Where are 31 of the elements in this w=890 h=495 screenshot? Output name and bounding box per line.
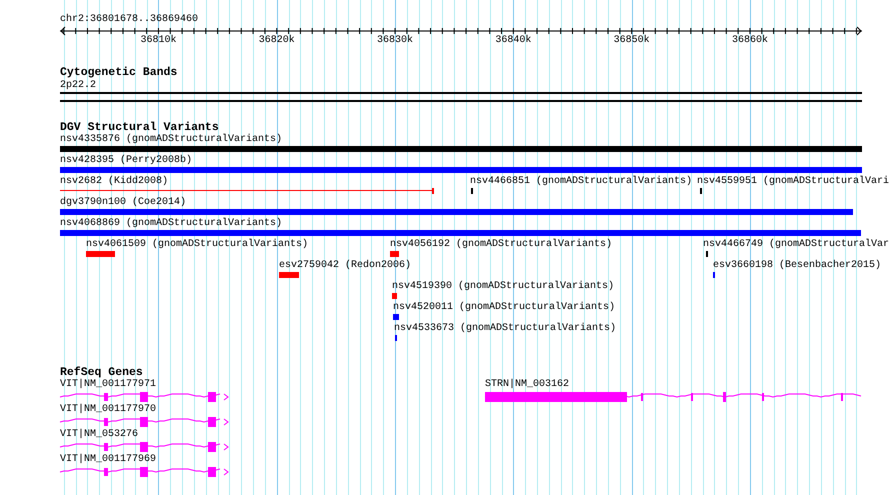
track-title: Cytogenetic Bands	[60, 67, 178, 79]
variant-label: nsv2682 (Kidd2008)	[60, 176, 168, 187]
gene-label: VIT|NM_001177969	[60, 454, 156, 465]
variant-label: nsv4559951 (gnomADStructuralVari	[697, 176, 890, 187]
variant-label: nsv4520011 (gnomADStructuralVariants)	[393, 302, 616, 313]
gene-label: STRN|NM_003162	[485, 379, 570, 390]
location-label: chr2:36801678..36869460	[60, 14, 198, 25]
tick-label: 36860k	[732, 35, 768, 46]
variant-label: nsv4519390 (gnomADStructuralVariants)	[392, 281, 614, 292]
track-title: RefSeq Genes	[60, 367, 143, 379]
tick-label: 36810k	[140, 35, 176, 46]
variant-label: dgv3790n100 (Coe2014)	[60, 197, 186, 208]
variant-label: nsv4466749 (gnomADStructuralVar	[703, 239, 890, 250]
gene-label: VIT|NM_001177970	[60, 404, 156, 415]
track-title: DGV Structural Variants	[60, 122, 219, 134]
variant-label: esv2759042 (Redon2006)	[279, 260, 412, 271]
variant-label: nsv4061509 (gnomADStructuralVariants)	[86, 239, 308, 250]
variant-label: nsv4056192 (gnomADStructuralVariants)	[390, 239, 612, 250]
tick-label: 36840k	[495, 35, 532, 46]
gene-label: VIT|NM_001177971	[60, 379, 156, 390]
band-label: 2p22.2	[60, 80, 96, 91]
variant-label: nsv428395 (Perry2008b)	[60, 155, 192, 166]
tick-label: 36820k	[258, 35, 295, 46]
tick-label: 36830k	[377, 35, 414, 46]
tick-label: 36850k	[614, 35, 650, 46]
variant-label: nsv4335876 (gnomADStructuralVariants)	[60, 134, 282, 145]
variant-label: nsv4466851 (gnomADStructuralVariants)	[470, 176, 692, 187]
variant-label: esv3660198 (Besenbacher2015)	[713, 260, 882, 271]
gene-label: VIT|NM_053276	[60, 429, 138, 440]
variant-label: nsv4533673 (gnomADStructuralVariants)	[394, 323, 616, 334]
variant-label: nsv4068869 (gnomADStructuralVariants)	[60, 218, 282, 229]
